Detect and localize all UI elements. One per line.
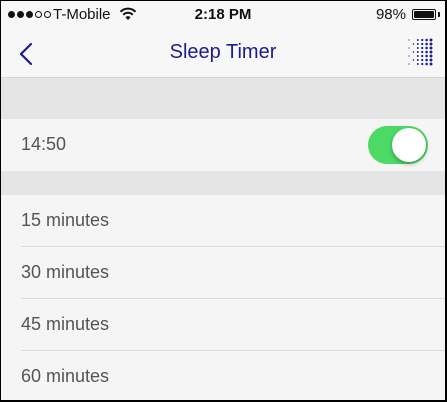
option-label: 60 minutes	[21, 366, 110, 386]
navigation-bar: Sleep Timer	[1, 29, 445, 78]
list-item-45-minutes[interactable]: 45 minutes	[1, 299, 445, 351]
dot-grid-button[interactable]	[405, 37, 435, 67]
status-bar: T-Mobile 2:18 PM 98%	[1, 1, 445, 29]
list-item-60-minutes[interactable]: 60 minutes	[1, 351, 445, 400]
toggle-knob	[392, 128, 426, 162]
section-spacer	[1, 171, 445, 195]
option-label: 45 minutes	[21, 314, 110, 334]
list-item-30-minutes[interactable]: 30 minutes	[1, 247, 445, 299]
dot-grid-icon	[408, 38, 433, 66]
page-title: Sleep Timer	[169, 41, 277, 63]
sleep-timer-screen: T-Mobile 2:18 PM 98% Sleep Timer 14:50 1…	[1, 1, 445, 400]
option-label: 15 minutes	[21, 210, 110, 230]
battery-percentage: 98%	[375, 6, 406, 23]
option-label: 30 minutes	[21, 262, 110, 282]
battery-icon	[412, 9, 436, 20]
list-item-15-minutes[interactable]: 15 minutes	[1, 195, 445, 247]
sleep-timer-toggle[interactable]	[368, 126, 428, 164]
timer-remaining: 14:50	[21, 134, 67, 154]
timer-row: 14:50	[1, 119, 445, 171]
duration-options-list: 15 minutes 30 minutes 45 minutes 60 minu…	[1, 195, 445, 400]
section-spacer	[1, 78, 445, 119]
